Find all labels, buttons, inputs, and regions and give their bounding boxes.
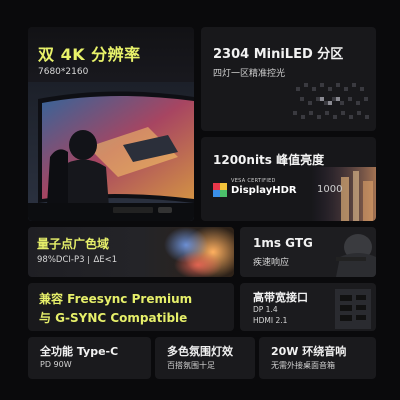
miniled-title: 2304 MiniLED 分区 (213, 47, 344, 62)
typec-card: 全功能 Type-C PD 90W (28, 337, 151, 379)
vesa-icon (213, 183, 227, 197)
vesa-certified-label: VESA CERTIFIED (231, 178, 276, 184)
brightness-card: 1200nits 峰值亮度 VESA CERTIFIED DisplayHDR … (201, 137, 376, 221)
ports-title: 高带宽接口 (253, 291, 308, 304)
typec-title: 全功能 Type-C (40, 345, 119, 358)
quantum-dot-specs: 98%DCI-P3 ΔE<1 (37, 255, 117, 265)
hdmi-version: HDMI 2.1 (253, 316, 288, 325)
gtg-card: 1ms GTG 疾速响应 (240, 227, 376, 277)
quantum-dot-title: 量子点广色域 (37, 237, 110, 251)
divider (88, 255, 90, 264)
gtg-title: 1ms GTG (253, 236, 313, 250)
delta-e-value: ΔE<1 (93, 255, 118, 265)
lights-subtitle: 百搭氛围十足 (167, 361, 215, 370)
quantum-dot-card: 量子点广色域 98%DCI-P3 ΔE<1 (28, 227, 234, 277)
dual-4k-card: 双 4K 分辨率 7680*2160 (28, 27, 194, 221)
displayhdr-logo: VESA CERTIFIED DisplayHDR (213, 175, 313, 203)
soldier-image (336, 234, 376, 277)
gsync-line: 与 G-SYNC Compatible (39, 311, 188, 325)
miniled-card: 2304 MiniLED 分区 四灯一区精准控光 (201, 27, 376, 131)
miniled-subtitle: 四灯一区精准控光 (213, 69, 286, 79)
brightness-title: 1200nits 峰值亮度 (213, 153, 325, 167)
lights-title: 多色氛围灯效 (167, 345, 233, 358)
dual-4k-title: 双 4K 分辨率 (38, 45, 141, 64)
dci-p3-value: 98%DCI-P3 (37, 255, 85, 265)
freesync-line: 兼容 Freesync Premium (39, 292, 193, 306)
audio-title: 20W 环绕音响 (271, 345, 347, 358)
audio-subtitle: 无需外接桌面音箱 (271, 361, 335, 370)
lights-card: 多色氛围灯效 百搭氛围十足 (155, 337, 255, 379)
displayhdr-label: DisplayHDR (231, 185, 297, 196)
audio-card: 20W 环绕音响 无需外接桌面音箱 (259, 337, 376, 379)
displayhdr-value: 1000 (317, 184, 343, 195)
gtg-subtitle: 疾速响应 (253, 258, 290, 268)
typec-subtitle: PD 90W (40, 360, 72, 369)
resolution-text: 7680*2160 (38, 67, 89, 77)
sync-card: 兼容 Freesync Premium 与 G-SYNC Compatible (28, 283, 234, 331)
ports-card: 高带宽接口 DP 1.4 HDMI 2.1 (240, 283, 376, 331)
dp-version: DP 1.4 (253, 305, 278, 314)
